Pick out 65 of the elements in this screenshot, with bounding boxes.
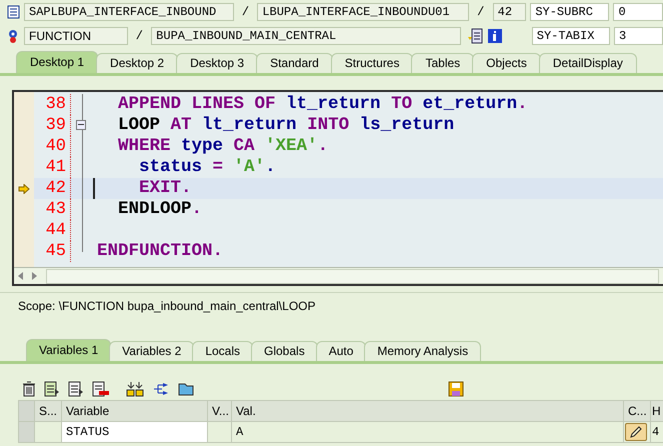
code-line: EXIT.: [93, 178, 192, 199]
line-number: 39: [34, 115, 71, 136]
collapse-icon[interactable]: [76, 120, 86, 130]
event-type-field: FUNCTION: [24, 27, 128, 45]
system-field-name: SY-SUBRC: [530, 3, 610, 21]
info-icon[interactable]: [487, 28, 504, 44]
column-header[interactable]: H: [650, 400, 663, 422]
separator: /: [476, 5, 486, 19]
document-icon[interactable]: [68, 381, 84, 397]
event-name-field: BUPA_INBOUND_MAIN_CENTRAL: [151, 27, 462, 45]
include-field: LBUPA_INTERFACE_INBOUNDU01: [257, 3, 469, 21]
list-icon[interactable]: [467, 28, 484, 44]
program-field: SAPLBUPA_INTERFACE_INBOUND: [24, 3, 234, 21]
tab[interactable]: Variables 1: [26, 339, 112, 361]
scope-text: Scope: \FUNCTION bupa_inbound_main_central\LOOP: [0, 292, 663, 323]
line-number: 44: [34, 220, 71, 241]
system-field-value: 3: [614, 27, 663, 45]
column-header[interactable]: Val.: [232, 400, 624, 422]
line-number: 40: [34, 136, 71, 157]
line-number: 42: [34, 178, 71, 199]
table-cell: A: [232, 422, 624, 442]
table-cell: STATUS: [62, 422, 208, 442]
code-line: status = 'A'.: [138, 157, 276, 178]
separator: /: [240, 5, 250, 19]
tab[interactable]: Globals: [251, 341, 318, 361]
document-icon[interactable]: [44, 381, 60, 397]
system-field-name: SY-TABIX: [532, 27, 610, 45]
scrollbar[interactable]: [46, 268, 659, 284]
tab[interactable]: Desktop 3: [176, 53, 258, 73]
tab[interactable]: Structures: [330, 53, 414, 73]
arrow-icon: [18, 184, 30, 194]
column-header[interactable]: S...: [34, 400, 62, 422]
tab[interactable]: Tables: [411, 53, 474, 73]
tab[interactable]: Variables 2: [109, 341, 194, 361]
tab[interactable]: Memory Analysis: [364, 341, 482, 361]
line-number: 38: [34, 94, 71, 115]
tab[interactable]: Auto: [316, 341, 366, 361]
system-field-value: 0: [613, 3, 663, 21]
tab[interactable]: DetailDisplay: [538, 53, 637, 73]
line-number: 43: [34, 199, 71, 220]
tab[interactable]: Desktop 1: [16, 51, 98, 73]
document-icon: [6, 5, 20, 19]
tab[interactable]: Desktop 2: [96, 53, 178, 73]
tree-icon[interactable]: [152, 381, 170, 397]
column-header[interactable]: V...: [208, 400, 232, 422]
tab[interactable]: Standard: [256, 53, 333, 73]
pencil-icon: [629, 425, 643, 439]
trash-icon[interactable]: [22, 381, 36, 397]
edit-button[interactable]: [625, 423, 647, 441]
delete-row-icon[interactable]: [92, 381, 110, 397]
code-line: ENDFUNCTION.: [96, 241, 224, 262]
save-icon[interactable]: [448, 381, 464, 397]
code-line: WHERE type CA 'XEA'.: [117, 136, 328, 157]
separator: /: [134, 29, 144, 43]
column-header[interactable]: C...: [624, 400, 650, 422]
folder-icon[interactable]: [178, 381, 194, 397]
code-line: ENDLOOP.: [117, 199, 202, 220]
tab[interactable]: Objects: [472, 53, 541, 73]
tab[interactable]: Locals: [192, 341, 253, 361]
line-field: 42: [492, 3, 526, 21]
sort-icon[interactable]: [126, 381, 144, 397]
column-header[interactable]: Variable: [62, 400, 208, 422]
line-number: 45: [34, 241, 71, 262]
code-line: APPEND LINES OF lt_return TO et_return.: [117, 94, 528, 115]
code-line: LOOP AT lt_return INTO ls_return: [117, 115, 454, 136]
